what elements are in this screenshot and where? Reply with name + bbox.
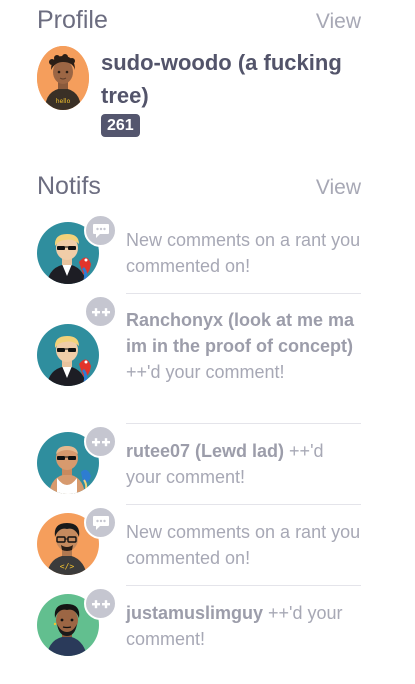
profile-header: Profile View (37, 6, 361, 35)
divider (126, 293, 361, 294)
notif-type-badge (84, 506, 117, 539)
profile-username[interactable]: sudo-woodo (a fucking tree) (101, 46, 371, 112)
divider (126, 504, 361, 505)
notif-text: justamuslimguy ++'d your comment! (126, 600, 361, 652)
divider (126, 423, 361, 424)
notif-username[interactable]: rutee07 (Lewd lad) (126, 441, 284, 461)
notifs-title: Notifs (37, 172, 101, 200)
comment-bubble-icon (92, 223, 109, 238)
divider (126, 585, 361, 586)
notif-type-badge (84, 587, 117, 620)
notif-type-badge (84, 214, 117, 247)
notif-item[interactable]: justamuslimguy ++'d your comment! (37, 587, 361, 665)
notif-text: rutee07 (Lewd lad) ++'d your comment! (126, 438, 361, 490)
notif-username[interactable]: justamuslimguy (126, 603, 263, 623)
notif-text: New comments on a rant you commented on! (126, 519, 361, 571)
profile-view-link[interactable]: View (316, 10, 361, 34)
notif-message: ++'d your comment! (126, 362, 285, 382)
profile-avatar[interactable]: hello (37, 46, 89, 110)
profile-title: Profile (37, 6, 108, 34)
comment-bubble-icon (92, 515, 109, 530)
notif-item[interactable]: Ranchonyx (look at me ma im in the proof… (37, 295, 361, 417)
notif-username[interactable]: Ranchonyx (look at me ma im in the proof… (126, 310, 354, 356)
notifs-header: Notifs View (37, 172, 361, 201)
profile-score-badge: 261 (101, 114, 140, 137)
avatar-shirt-text: hello (56, 98, 71, 105)
notif-item[interactable]: </> New comments on a rant you commented… (37, 506, 361, 584)
notif-avatar[interactable] (37, 324, 99, 386)
devrant-avatar-icon: hello (37, 46, 89, 110)
notif-type-badge (84, 295, 117, 328)
plus-plus-icon (91, 437, 110, 446)
avatar-shirt-text: </> (60, 562, 75, 571)
devrant-avatar-icon (47, 336, 91, 386)
notifs-view-link[interactable]: View (316, 176, 361, 200)
plus-plus-icon (91, 307, 110, 316)
notif-item[interactable]: New comments on a rant you commented on! (37, 214, 361, 286)
notif-type-badge (84, 425, 117, 458)
notif-message: New comments on a rant you commented on! (126, 522, 361, 568)
plus-plus-icon (91, 599, 110, 608)
notif-text: Ranchonyx (look at me ma im in the proof… (126, 307, 361, 385)
notif-text: New comments on a rant you commented on! (126, 227, 361, 279)
notif-item[interactable]: rutee07 (Lewd lad) ++'d your comment! (37, 425, 361, 503)
notif-message: New comments on a rant you commented on! (126, 230, 361, 276)
